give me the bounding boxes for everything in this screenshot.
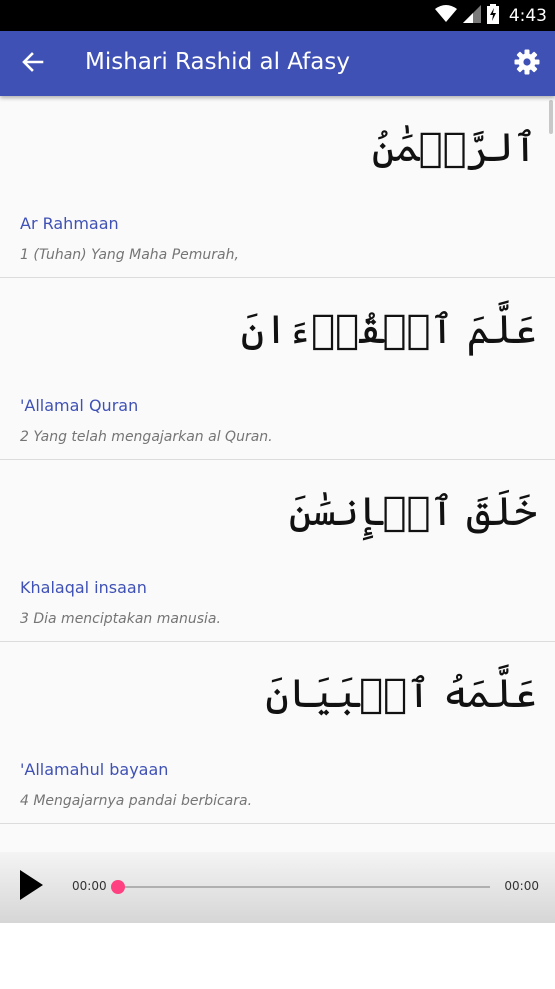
translation-text: 1 (Tuhan) Yang Maha Pemurah,	[20, 247, 239, 263]
battery-charging-icon	[486, 4, 499, 28]
seek-thumb[interactable]	[111, 880, 125, 894]
arabic-text: ٱلرَّحۡمَٰنُ	[371, 125, 537, 171]
wifi-icon	[434, 5, 457, 27]
total-time: 00:00	[504, 879, 539, 893]
status-time: 4:43	[508, 6, 547, 26]
translation-text: 4 Mengajarnya pandai berbicara.	[20, 793, 253, 809]
status-icons: 4:43	[434, 4, 547, 28]
ayah-item[interactable]: ٱلرَّحۡمَٰنُ Ar Rahmaan 1 (Tuhan) Yang M…	[0, 96, 555, 278]
arabic-text: عَلَّمَ ٱلۡقُرۡءَانَ	[240, 307, 537, 353]
current-time: 00:00	[72, 879, 107, 893]
cellular-signal-icon	[462, 5, 481, 27]
translation-text: 2 Yang telah mengajarkan al Quran.	[20, 429, 273, 445]
arabic-text: خَلَقَ ٱلۡإِنسَٰنَ	[288, 489, 537, 535]
translation-text: 3 Dia menciptakan manusia.	[20, 611, 221, 627]
play-icon	[18, 869, 44, 905]
ayah-list[interactable]: ٱلرَّحۡمَٰنُ Ar Rahmaan 1 (Tuhan) Yang M…	[0, 96, 555, 852]
audio-player: 00:00 00:00	[0, 852, 555, 923]
latin-transliteration: 'Allamahul bayaan	[20, 760, 169, 779]
gear-icon	[514, 49, 540, 79]
play-button[interactable]	[14, 868, 48, 906]
arabic-text: عَلَّمَهُ ٱلۡبَيَانَ	[265, 671, 537, 717]
ayah-item[interactable]: خَلَقَ ٱلۡإِنسَٰنَ Khalaqal insaan 3 Dia…	[0, 460, 555, 642]
settings-button[interactable]	[511, 48, 543, 80]
ayah-item[interactable]: عَلَّمَ ٱلۡقُرۡءَانَ 'Allamal Quran 2 Ya…	[0, 278, 555, 460]
ayah-item[interactable]: عَلَّمَهُ ٱلۡبَيَانَ 'Allamahul bayaan 4…	[0, 642, 555, 824]
latin-transliteration: 'Allamal Quran	[20, 396, 139, 415]
latin-transliteration: Khalaqal insaan	[20, 578, 147, 597]
app-bar: Mishari Rashid al Afasy	[0, 31, 555, 96]
back-button[interactable]	[16, 47, 50, 81]
latin-transliteration: Ar Rahmaan	[20, 214, 119, 233]
page-title: Mishari Rashid al Afasy	[85, 49, 350, 75]
seek-bar[interactable]	[111, 880, 490, 894]
status-bar: 4:43	[0, 0, 555, 31]
bottom-area	[0, 923, 555, 989]
arrow-left-icon	[22, 51, 44, 77]
